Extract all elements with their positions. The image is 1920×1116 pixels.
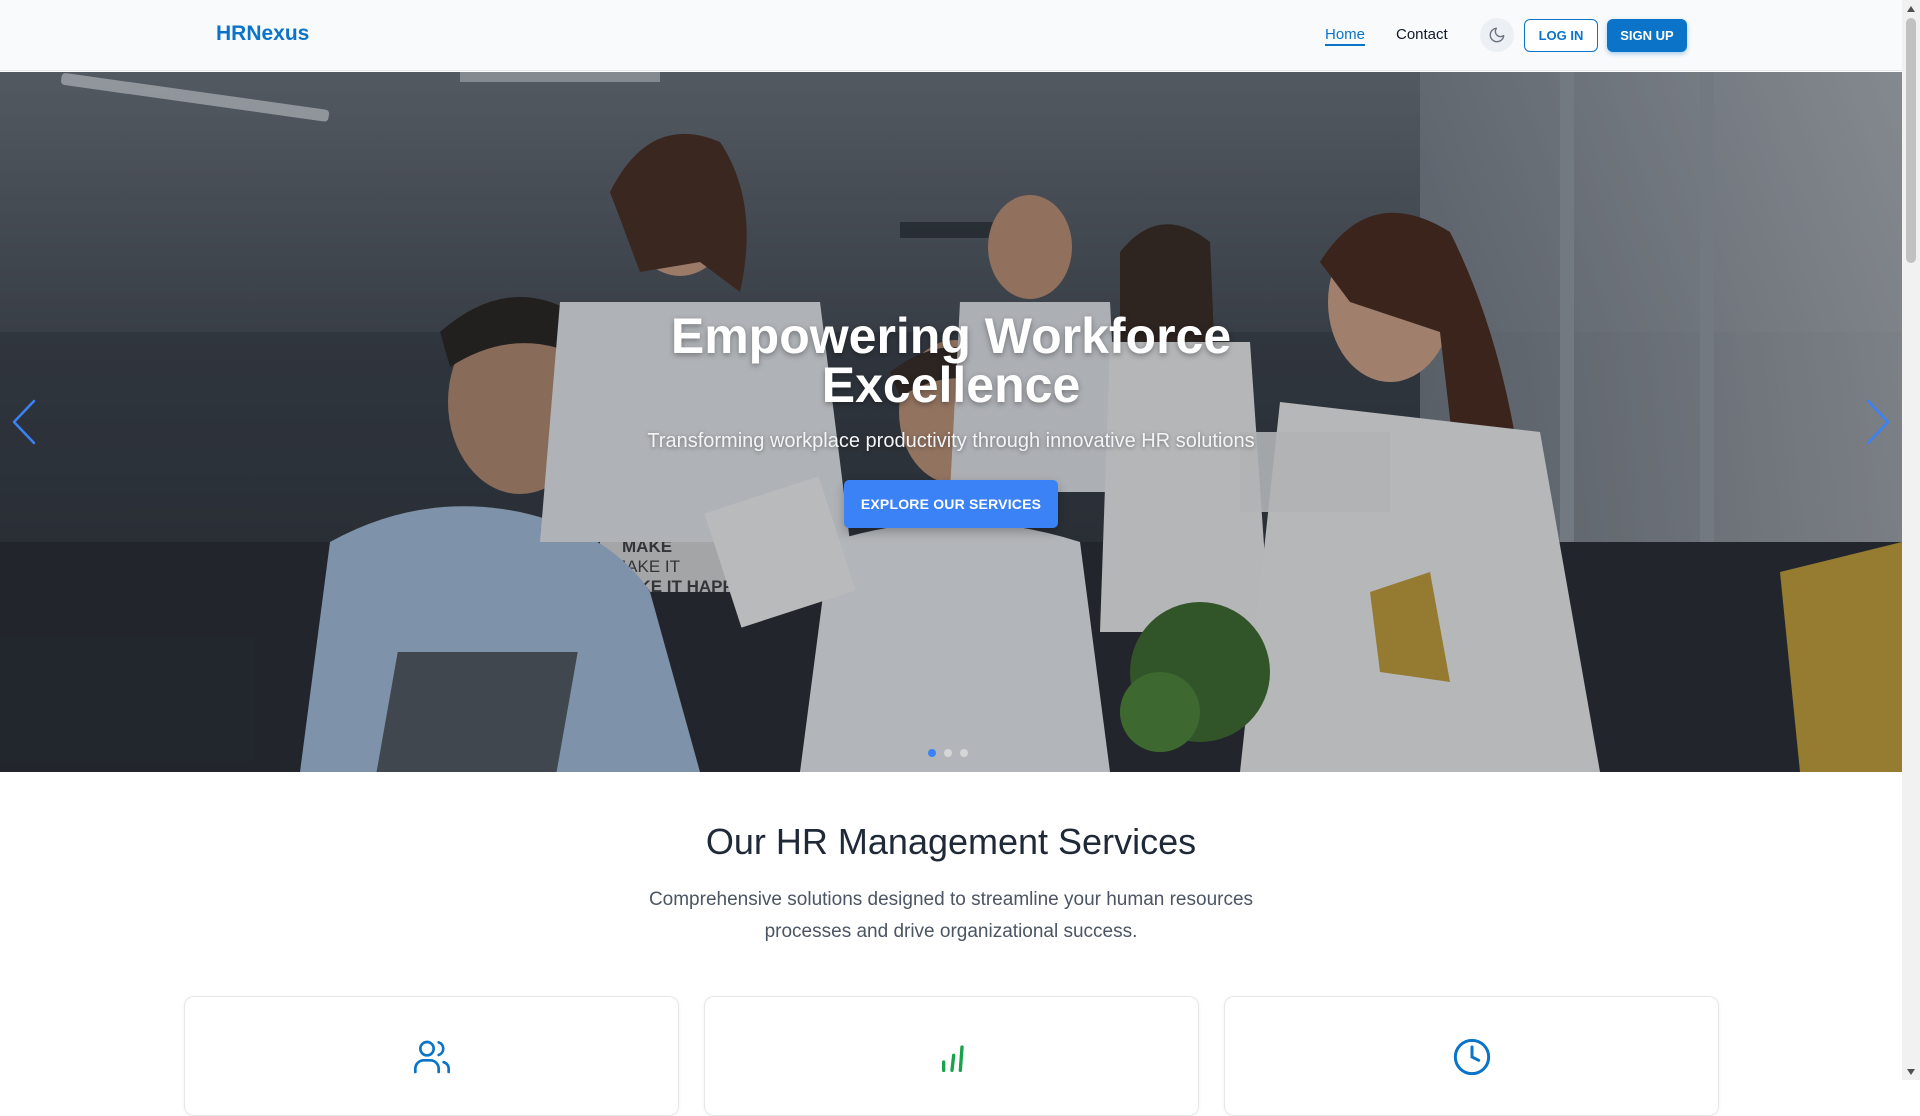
hero-title: Empowering Workforce Excellence (0, 308, 1902, 413)
moon-icon (1489, 27, 1505, 43)
hero-carousel: MAKE MAKE IT MAKE IT HAPPEN Empowering W… (0, 72, 1902, 772)
hero-subtitle: Transforming workplace productivity thro… (647, 430, 1255, 452)
scroll-down-arrow[interactable] (1902, 1063, 1920, 1080)
login-button[interactable]: LOG IN (1524, 19, 1598, 52)
carousel-prev-button[interactable] (4, 392, 44, 452)
users-icon (414, 1040, 451, 1074)
chevron-right-icon (1866, 399, 1890, 445)
scroll-up-arrow[interactable] (1902, 0, 1920, 17)
explore-services-button[interactable]: EXPLORE OUR SERVICES (844, 480, 1058, 528)
top-navbar: HRNexus Home Contact LOG IN SIGN UP (0, 0, 1902, 71)
service-card-3[interactable] (1224, 996, 1719, 1116)
services-description: Comprehensive solutions designed to stre… (648, 889, 1254, 942)
theme-toggle-button[interactable] (1480, 18, 1514, 52)
service-card-2[interactable] (704, 996, 1199, 1116)
carousel-indicators (928, 749, 968, 757)
nav-link-contact[interactable]: Contact (1396, 26, 1448, 43)
caret-down-icon (1907, 1068, 1915, 1075)
carousel-dot-2[interactable] (944, 749, 952, 757)
carousel-dot-3[interactable] (960, 749, 968, 757)
carousel-next-button[interactable] (1858, 392, 1898, 452)
page-scrollbar[interactable] (1902, 0, 1920, 1080)
services-title: Our HR Management Services (705, 821, 1197, 862)
service-card-1[interactable] (184, 996, 679, 1116)
nav-link-home[interactable]: Home (1325, 26, 1366, 46)
bar-chart-icon (942, 1045, 964, 1072)
chevron-left-icon (12, 399, 36, 445)
brand-logo[interactable]: HRNexus (216, 22, 309, 46)
caret-up-icon (1907, 5, 1915, 12)
hero-title-line1: Empowering Workforce (670, 308, 1232, 364)
carousel-dot-1[interactable] (928, 749, 936, 757)
scrollbar-thumb[interactable] (1906, 18, 1916, 263)
signup-button[interactable]: SIGN UP (1607, 19, 1687, 52)
hero-overlay (0, 72, 1902, 772)
clock-icon (1453, 1038, 1491, 1076)
hero-title-line2: Excellence (821, 357, 1081, 413)
